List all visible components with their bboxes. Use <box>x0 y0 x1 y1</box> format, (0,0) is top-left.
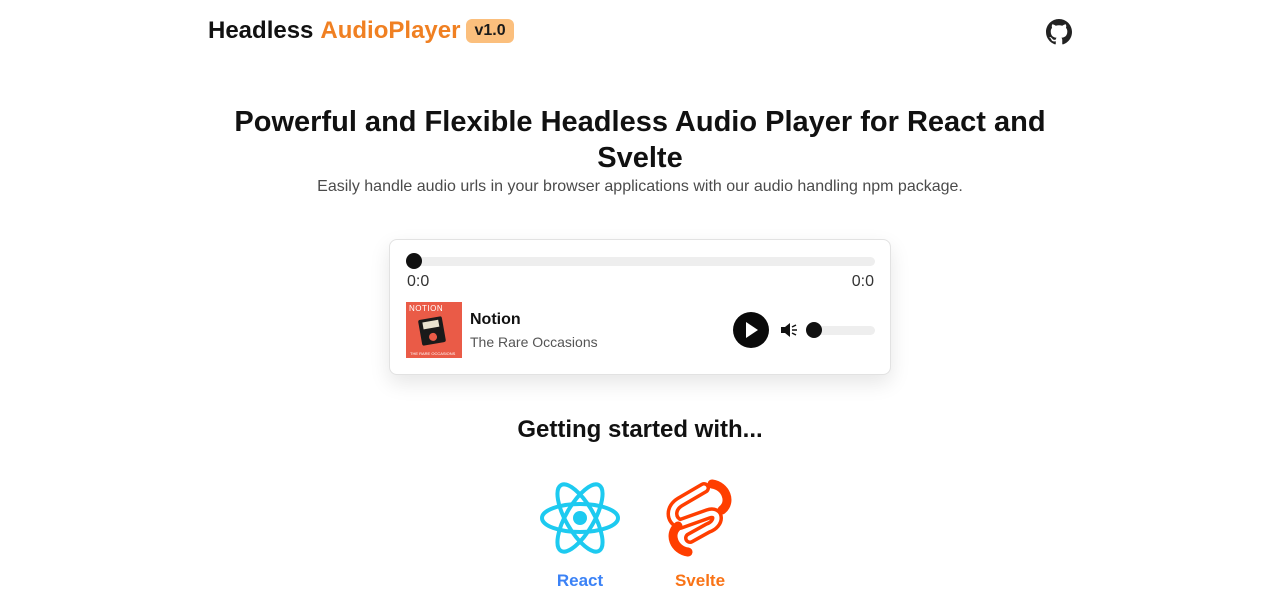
track-title: Notion <box>470 311 521 328</box>
brand-name-accent: AudioPlayer <box>320 17 461 44</box>
brand-logo[interactable]: Headless AudioPlayer v1.0 <box>208 17 514 45</box>
play-icon <box>746 322 758 338</box>
react-link[interactable]: React <box>525 476 635 596</box>
audio-player-card: 0:0 0:0 NOTION THE RARE OCCASIONS Notion… <box>389 239 891 375</box>
cover-title: NOTION <box>409 304 444 313</box>
hero-subtitle: Easily handle audio urls in your browser… <box>317 178 963 195</box>
cover-footer: THE RARE OCCASIONS <box>410 351 456 356</box>
floppy-disk-icon <box>417 316 447 346</box>
react-icon <box>540 476 620 560</box>
duration-time: 0:0 <box>851 273 874 290</box>
track-artist: The Rare Occasions <box>470 334 598 350</box>
github-icon[interactable] <box>1046 19 1072 45</box>
play-button[interactable] <box>733 312 769 348</box>
getting-started-title: Getting started with... <box>517 416 763 443</box>
volume-icon[interactable] <box>779 320 799 340</box>
react-label: React <box>556 571 604 590</box>
progress-thumb[interactable] <box>406 253 422 269</box>
hero-title: Powerful and Flexible Headless Audio Pla… <box>234 106 1046 174</box>
svelte-icon <box>660 476 740 560</box>
site-header: Headless AudioPlayer v1.0 <box>208 17 1072 49</box>
svelte-label: Svelte <box>674 571 726 590</box>
svelte-link[interactable]: Svelte <box>645 476 755 596</box>
version-badge: v1.0 <box>466 19 514 43</box>
current-time: 0:0 <box>407 273 430 290</box>
progress-track[interactable] <box>407 257 875 266</box>
brand-name-primary: Headless <box>208 17 314 44</box>
album-cover: NOTION THE RARE OCCASIONS <box>406 302 462 358</box>
volume-thumb[interactable] <box>806 322 822 338</box>
